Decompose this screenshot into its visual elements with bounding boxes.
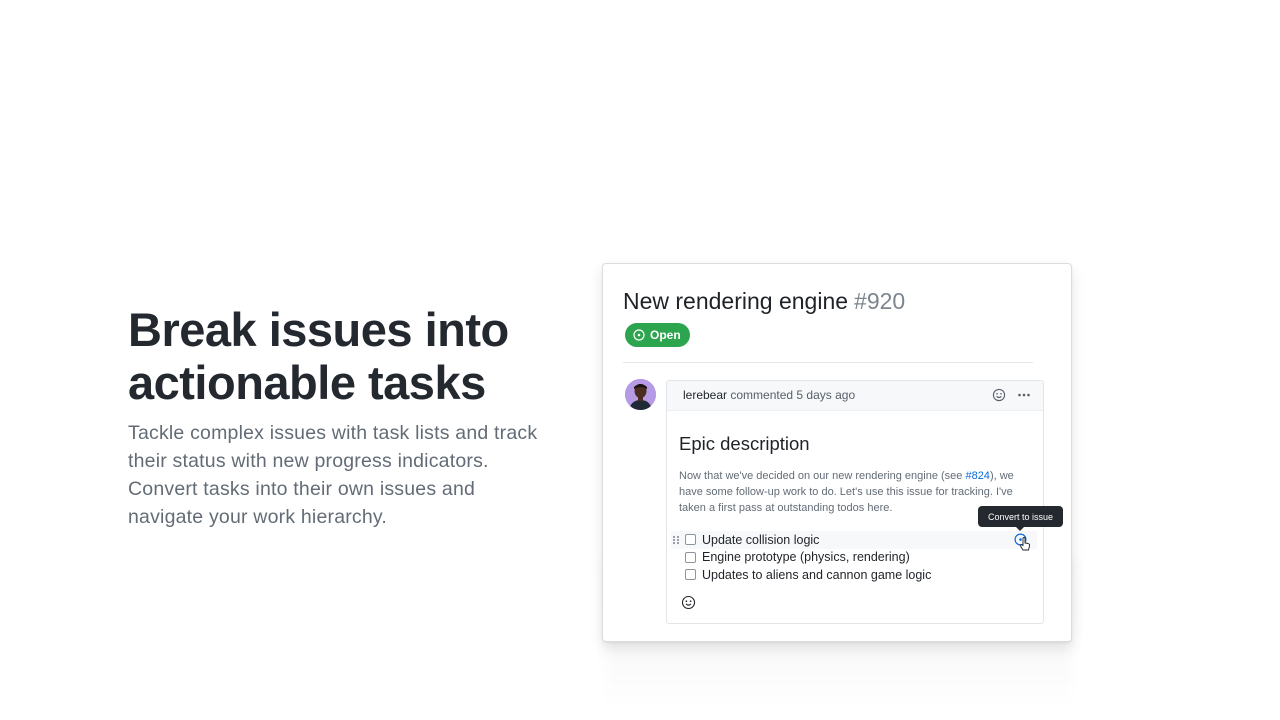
comment-author[interactable]: lerebear xyxy=(683,388,727,402)
issue-title: New rendering engine #920 xyxy=(623,286,905,316)
page: Break issues into actionable tasks Tackl… xyxy=(0,0,1280,720)
comment-meta: lerebear commented 5 days ago xyxy=(683,388,855,402)
issue-link[interactable]: #824 xyxy=(965,470,989,482)
task-item[interactable]: Updates to aliens and cannon game logic xyxy=(671,566,1041,584)
avatar[interactable] xyxy=(625,379,656,410)
comment-timestamp: commented 5 days ago xyxy=(730,388,856,402)
hero-description: Tackle complex issues with task lists an… xyxy=(128,422,538,528)
comment-header: lerebear commented 5 days ago xyxy=(667,381,1043,411)
issue-number[interactable]: #920 xyxy=(854,288,905,314)
task-item[interactable]: Update collision logic xyxy=(671,531,1037,551)
task-label: Updates to aliens and cannon game logic xyxy=(702,567,932,582)
state-badge-open: Open xyxy=(625,323,690,347)
kebab-horizontal-icon[interactable] xyxy=(1017,388,1031,402)
issue-card: New rendering engine#920 Open lerebear xyxy=(602,263,1072,642)
epic-body-text-1: Now that we've decided on our new render… xyxy=(679,470,966,482)
convert-to-issue-tooltip: Convert to issue xyxy=(978,506,1064,531)
comment-box: lerebear commented 5 days ago Epic descr… xyxy=(666,380,1064,624)
task-checkbox[interactable] xyxy=(685,551,696,563)
hero-section: Break issues into actionable tasks Tackl… xyxy=(128,303,548,531)
task-label: Update collision logic xyxy=(702,532,820,547)
task-checkbox[interactable] xyxy=(685,534,696,546)
avatar-image xyxy=(625,379,656,410)
task-list: Update collision logic Engine prototype … xyxy=(671,531,1041,584)
task-checkbox[interactable] xyxy=(685,569,696,581)
task-item[interactable]: Engine prototype (physics, rendering) xyxy=(671,549,1041,567)
issue-opened-icon xyxy=(633,329,645,341)
task-label: Engine prototype (physics, rendering) xyxy=(702,550,910,565)
hero-title: Break issues into actionable tasks xyxy=(128,303,509,409)
smiley-icon[interactable] xyxy=(681,595,696,610)
smiley-icon[interactable] xyxy=(992,388,1006,402)
title-divider xyxy=(623,362,1033,363)
state-badge-label: Open xyxy=(650,328,681,342)
issue-title-text: New rendering engine xyxy=(623,288,849,314)
grabber-icon[interactable] xyxy=(671,535,681,545)
epic-heading: Epic description xyxy=(679,433,810,454)
